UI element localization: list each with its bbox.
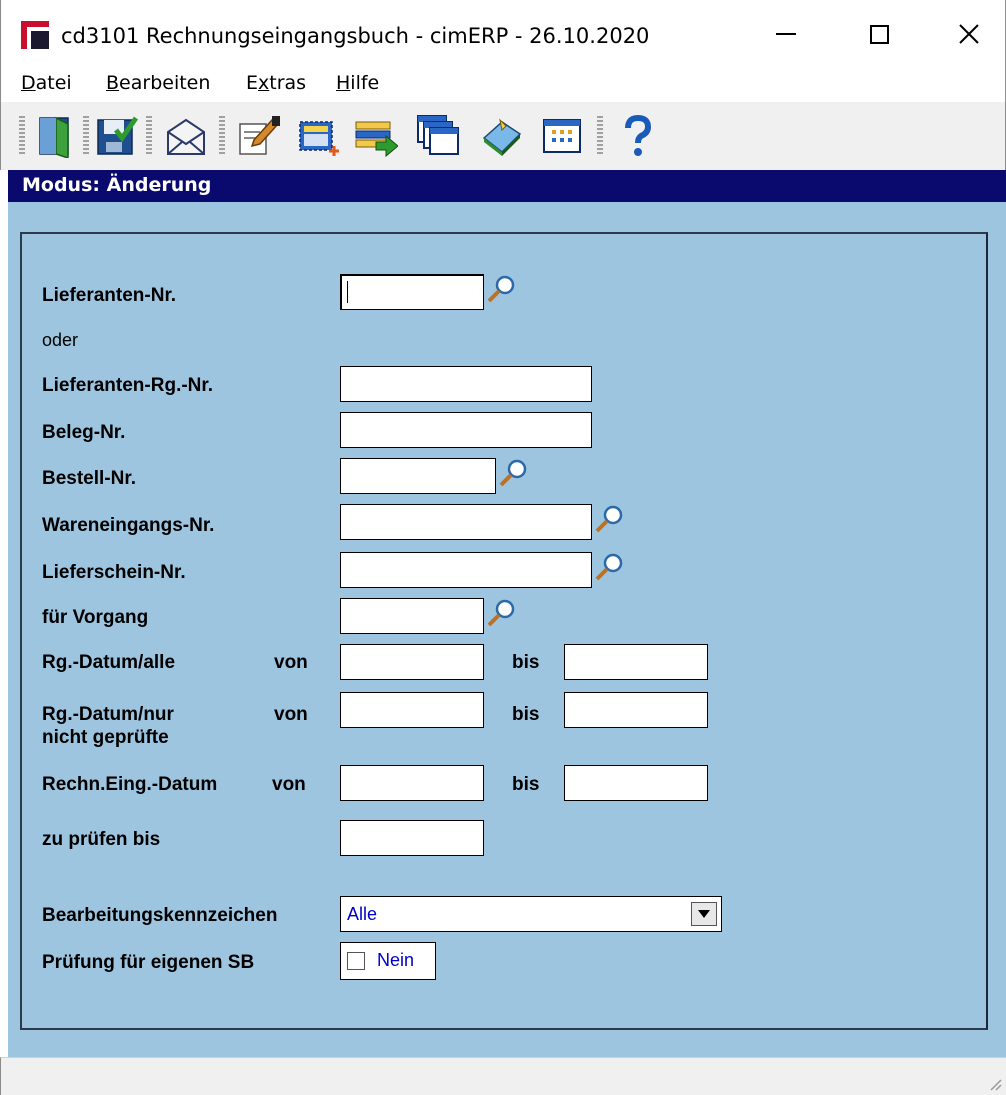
close-button[interactable]: [946, 14, 992, 54]
dropdown-button[interactable]: [691, 902, 717, 926]
window-title: cd3101 Rechnungseingangsbuch - cimERP - …: [61, 24, 650, 48]
fuer-vorgang-lookup[interactable]: [486, 598, 516, 628]
label-bestell-nr: Bestell-Nr.: [42, 468, 136, 489]
menu-hilfe[interactable]: Hilfe: [336, 72, 379, 94]
label-lieferanten-rg-nr: Lieferanten-Rg.-Nr.: [42, 375, 214, 396]
resize-grip-icon[interactable]: [986, 1075, 1002, 1091]
menu-bearbeiten[interactable]: Bearbeiten: [106, 72, 210, 94]
status-bar: [0, 1057, 1006, 1095]
label-pruefung-eigener-sb: Prüfung für eigenen SB: [42, 952, 255, 973]
lieferanten-nr-input[interactable]: [340, 274, 484, 310]
main-form: Lieferanten-Nr. oder Lieferanten-Rg.-Nr.…: [8, 202, 1006, 1057]
table-icon: [543, 119, 581, 153]
beleg-nr-input[interactable]: [340, 412, 592, 448]
label-von: von: [272, 774, 306, 795]
label-lieferschein-nr: Lieferschein-Nr.: [42, 562, 186, 583]
save-button[interactable]: [91, 110, 141, 162]
bestell-nr-input[interactable]: [340, 458, 496, 494]
exit-button[interactable]: [31, 110, 81, 162]
bearbeitungskennzeichen-select[interactable]: Alle: [340, 896, 722, 932]
minimize-icon: [776, 33, 796, 35]
minimize-button[interactable]: [763, 14, 809, 54]
label-rg-datum-alle: Rg.-Datum/alle: [42, 652, 176, 673]
pruefung-checkbox[interactable]: [347, 952, 365, 970]
maximize-button[interactable]: [856, 14, 902, 54]
table-button[interactable]: [537, 110, 587, 162]
exit-door-icon: [39, 116, 69, 158]
lieferschein-nr-input[interactable]: [340, 552, 592, 588]
label-bis: bis: [512, 774, 540, 795]
toolbar-separator: [219, 116, 225, 156]
bestell-nr-lookup[interactable]: [498, 458, 528, 488]
maximize-icon: [869, 24, 889, 44]
list-transfer-button[interactable]: [351, 110, 401, 162]
windows-button[interactable]: [413, 110, 463, 162]
toolbar-separator: [19, 116, 25, 156]
zu-pruefen-bis-input[interactable]: [340, 820, 484, 856]
label-nicht-gepruefte: nicht geprüfte: [42, 727, 169, 748]
mail-button[interactable]: [161, 110, 211, 162]
edit-document-icon: [239, 116, 280, 155]
magnifier-icon: [595, 553, 623, 581]
lieferanten-rg-nr-input[interactable]: [340, 366, 592, 402]
label-bis: bis: [512, 652, 540, 673]
wareneingangs-nr-lookup[interactable]: [594, 504, 624, 534]
toolbar-separator: [597, 116, 603, 156]
toolbar: [0, 102, 1006, 170]
mode-label: Modus: Änderung: [22, 174, 212, 196]
menu-extras[interactable]: Extras: [246, 72, 306, 94]
label-fuer-vorgang: für Vorgang: [42, 607, 149, 628]
new-selection-icon: [299, 121, 339, 156]
label-von: von: [274, 652, 308, 673]
label-bis: bis: [512, 704, 540, 725]
save-icon: [97, 116, 138, 155]
chevron-down-icon: [698, 910, 710, 918]
app-logo-icon: [21, 21, 49, 49]
label-lieferanten-nr: Lieferanten-Nr.: [42, 285, 177, 306]
bearbeitungskennzeichen-value: Alle: [347, 904, 378, 924]
book-icon: [482, 118, 522, 156]
label-beleg-nr: Beleg-Nr.: [42, 422, 126, 443]
rg-datum-nur-von-input[interactable]: [340, 692, 484, 728]
magnifier-icon: [499, 459, 527, 487]
title-bar: cd3101 Rechnungseingangsbuch - cimERP - …: [0, 0, 1006, 62]
menu-datei[interactable]: Datei: [21, 72, 72, 94]
rg-datum-nur-bis-input[interactable]: [564, 692, 708, 728]
menu-bar: Datei Bearbeiten Extras Hilfe: [0, 62, 1006, 102]
rechn-eing-datum-bis-input[interactable]: [564, 765, 708, 801]
help-button[interactable]: [613, 110, 663, 162]
magnifier-icon: [487, 599, 515, 627]
label-von: von: [274, 704, 308, 725]
label-wareneingangs-nr: Wareneingangs-Nr.: [42, 515, 215, 536]
edit-document-button[interactable]: [233, 110, 283, 162]
fuer-vorgang-input[interactable]: [340, 598, 484, 634]
windows-icon: [417, 115, 459, 155]
help-icon: [625, 114, 652, 156]
lieferschein-nr-lookup[interactable]: [594, 552, 624, 582]
magnifier-icon: [487, 275, 515, 303]
lieferanten-nr-lookup[interactable]: [486, 274, 516, 304]
close-icon: [959, 24, 979, 44]
mail-icon: [167, 118, 205, 155]
pruefung-value: Nein: [377, 950, 415, 970]
toolbar-separator: [146, 116, 152, 156]
wareneingangs-nr-input[interactable]: [340, 504, 592, 540]
toolbar-separator: [83, 116, 89, 156]
magnifier-icon: [595, 505, 623, 533]
new-selection-button[interactable]: [293, 110, 343, 162]
rechn-eing-datum-von-input[interactable]: [340, 765, 484, 801]
mode-bar: Modus: Änderung: [8, 170, 1006, 202]
label-bearbeitungskennzeichen: Bearbeitungskennzeichen: [42, 905, 278, 926]
rg-datum-alle-von-input[interactable]: [340, 644, 484, 680]
pruefung-eigener-sb-toggle[interactable]: Nein: [340, 942, 436, 980]
book-button[interactable]: [477, 110, 527, 162]
rg-datum-alle-bis-input[interactable]: [564, 644, 708, 680]
label-zu-pruefen-bis: zu prüfen bis: [42, 829, 161, 850]
label-rg-datum-nur: Rg.-Datum/nur: [42, 704, 174, 725]
list-transfer-icon: [355, 121, 398, 158]
label-rechn-eing-datum: Rechn.Eing.-Datum: [42, 774, 218, 795]
label-oder: oder: [42, 330, 79, 350]
